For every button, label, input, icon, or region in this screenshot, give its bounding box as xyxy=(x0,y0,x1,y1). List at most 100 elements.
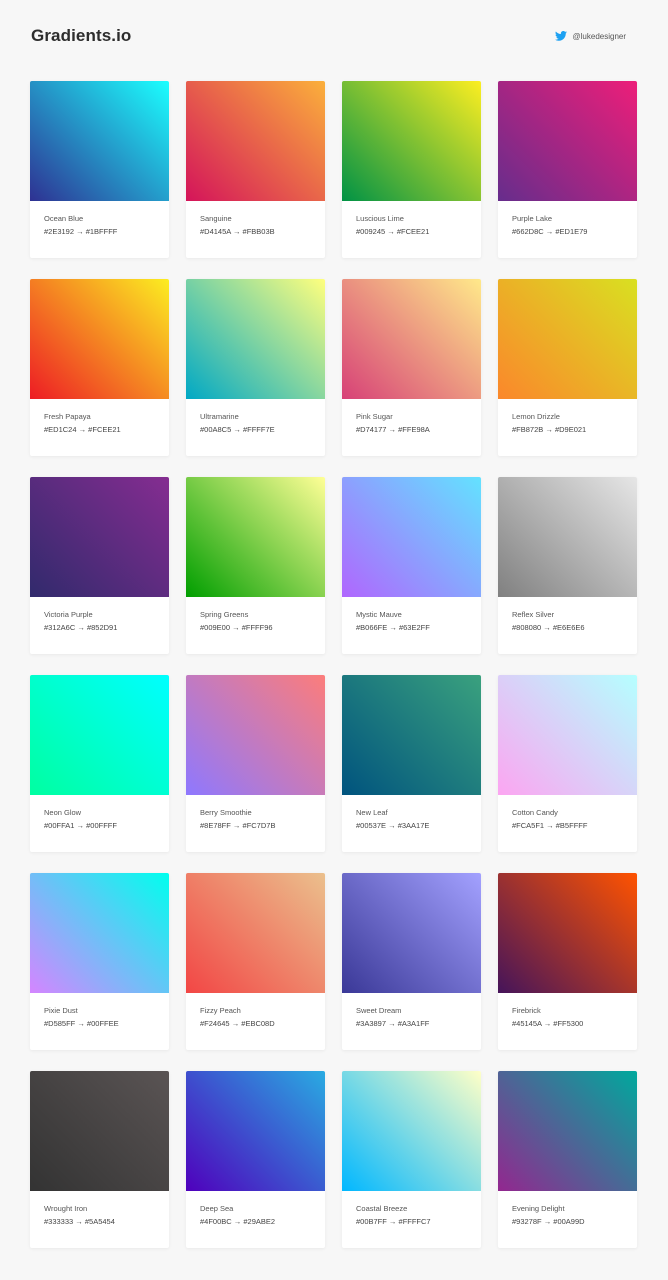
gradient-info: Firebrick #45145A → #FF5300 xyxy=(498,993,637,1029)
gradient-name: Evening Delight xyxy=(512,1204,565,1213)
gradient-card[interactable]: Fresh Papaya #ED1C24 → #FCEE21 xyxy=(30,279,169,456)
gradient-swatch[interactable] xyxy=(342,81,481,201)
gradient-card[interactable]: Sweet Dream #3A3897 → #A3A1FF xyxy=(342,873,481,1050)
gradient-name: Sanguine xyxy=(200,214,232,223)
gradient-name: Fizzy Peach xyxy=(200,1006,241,1015)
gradient-codes[interactable]: #009245 → #FCEE21 xyxy=(356,227,481,237)
gradient-swatch[interactable] xyxy=(186,873,325,993)
gradient-name: Ultramarine xyxy=(200,412,239,421)
gradient-codes[interactable]: #009E00 → #FFFF96 xyxy=(200,623,325,633)
gradient-card[interactable]: Pink Sugar #D74177 → #FFE98A xyxy=(342,279,481,456)
gradient-swatch[interactable] xyxy=(342,279,481,399)
gradient-codes[interactable]: #00A8C5 → #FFFF7E xyxy=(200,425,325,435)
gradient-card[interactable]: Wrought Iron #333333 → #5A5454 xyxy=(30,1071,169,1248)
gradient-card[interactable]: Spring Greens #009E00 → #FFFF96 xyxy=(186,477,325,654)
gradient-codes[interactable]: #8E78FF → #FC7D7B xyxy=(200,821,325,831)
gradient-swatch[interactable] xyxy=(342,873,481,993)
gradient-swatch[interactable] xyxy=(30,675,169,795)
gradient-swatch[interactable] xyxy=(186,477,325,597)
site-title[interactable]: Gradients.io xyxy=(31,26,131,46)
gradient-name: Berry Smoothie xyxy=(200,808,252,817)
gradient-card[interactable]: Lemon Drizzle #FB872B → #D9E021 xyxy=(498,279,637,456)
gradient-codes[interactable]: #F24645 → #EBC08D xyxy=(200,1019,325,1029)
gradient-info: Deep Sea #4F00BC → #29ABE2 xyxy=(186,1191,325,1227)
gradient-info: Lemon Drizzle #FB872B → #D9E021 xyxy=(498,399,637,435)
gradient-card[interactable]: Sanguine #D4145A → #FBB03B xyxy=(186,81,325,258)
gradient-name: Fresh Papaya xyxy=(44,412,91,421)
gradient-codes[interactable]: #333333 → #5A5454 xyxy=(44,1217,169,1227)
gradient-info: Mystic Mauve #B066FE → #63E2FF xyxy=(342,597,481,633)
gradient-card[interactable]: Neon Glow #00FFA1 → #00FFFF xyxy=(30,675,169,852)
gradient-card[interactable]: Ocean Blue #2E3192 → #1BFFFF xyxy=(30,81,169,258)
gradient-name: Purple Lake xyxy=(512,214,553,223)
gradient-swatch[interactable] xyxy=(498,279,637,399)
gradient-card[interactable]: Evening Delight #93278F → #00A99D xyxy=(498,1071,637,1248)
gradient-card[interactable]: Firebrick #45145A → #FF5300 xyxy=(498,873,637,1050)
gradient-name: New Leaf xyxy=(356,808,388,817)
gradient-card[interactable]: Victoria Purple #312A6C → #852D91 xyxy=(30,477,169,654)
gradient-swatch[interactable] xyxy=(498,1071,637,1191)
gradient-card[interactable]: Deep Sea #4F00BC → #29ABE2 xyxy=(186,1071,325,1248)
gradient-codes[interactable]: #662D8C → #ED1E79 xyxy=(512,227,637,237)
gradient-info: Victoria Purple #312A6C → #852D91 xyxy=(30,597,169,633)
gradient-swatch[interactable] xyxy=(30,1071,169,1191)
gradient-codes[interactable]: #B066FE → #63E2FF xyxy=(356,623,481,633)
gradient-info: Fresh Papaya #ED1C24 → #FCEE21 xyxy=(30,399,169,435)
gradient-name: Lemon Drizzle xyxy=(512,412,560,421)
gradient-name: Luscious Lime xyxy=(356,214,404,223)
gradient-swatch[interactable] xyxy=(498,81,637,201)
gradient-swatch[interactable] xyxy=(30,279,169,399)
gradient-swatch[interactable] xyxy=(30,477,169,597)
gradient-info: Cotton Candy #FCA5F1 → #B5FFFF xyxy=(498,795,637,831)
gradient-codes[interactable]: #00537E → #3AA17E xyxy=(356,821,481,831)
gradient-swatch[interactable] xyxy=(342,477,481,597)
gradient-card[interactable]: Reflex Silver #808080 → #E6E6E6 xyxy=(498,477,637,654)
gradient-card[interactable]: Cotton Candy #FCA5F1 → #B5FFFF xyxy=(498,675,637,852)
gradient-swatch[interactable] xyxy=(30,81,169,201)
gradient-card[interactable]: Ultramarine #00A8C5 → #FFFF7E xyxy=(186,279,325,456)
gradient-swatch[interactable] xyxy=(498,477,637,597)
gradient-swatch[interactable] xyxy=(186,1071,325,1191)
gradient-swatch[interactable] xyxy=(498,675,637,795)
gradient-swatch[interactable] xyxy=(186,279,325,399)
gradient-codes[interactable]: #2E3192 → #1BFFFF xyxy=(44,227,169,237)
gradient-swatch[interactable] xyxy=(342,1071,481,1191)
gradient-card[interactable]: Mystic Mauve #B066FE → #63E2FF xyxy=(342,477,481,654)
gradient-swatch[interactable] xyxy=(30,873,169,993)
gradient-card[interactable]: Fizzy Peach #F24645 → #EBC08D xyxy=(186,873,325,1050)
gradient-codes[interactable]: #3A3897 → #A3A1FF xyxy=(356,1019,481,1029)
gradient-codes[interactable]: #D585FF → #00FFEE xyxy=(44,1019,169,1029)
gradient-codes[interactable]: #808080 → #E6E6E6 xyxy=(512,623,637,633)
gradient-codes[interactable]: #45145A → #FF5300 xyxy=(512,1019,637,1029)
gradient-card[interactable]: Coastal Breeze #00B7FF → #FFFFC7 xyxy=(342,1071,481,1248)
gradient-card[interactable]: Luscious Lime #009245 → #FCEE21 xyxy=(342,81,481,258)
gradient-card[interactable]: Purple Lake #662D8C → #ED1E79 xyxy=(498,81,637,258)
gradient-card[interactable]: Berry Smoothie #8E78FF → #FC7D7B xyxy=(186,675,325,852)
gradient-codes[interactable]: #D4145A → #FBB03B xyxy=(200,227,325,237)
twitter-link[interactable]: @lukedesigner xyxy=(554,31,626,41)
gradient-card[interactable]: New Leaf #00537E → #3AA17E xyxy=(342,675,481,852)
gradient-codes[interactable]: #ED1C24 → #FCEE21 xyxy=(44,425,169,435)
gradient-swatch[interactable] xyxy=(186,81,325,201)
gradient-codes[interactable]: #00B7FF → #FFFFC7 xyxy=(356,1217,481,1227)
gradient-card[interactable]: Pixie Dust #D585FF → #00FFEE xyxy=(30,873,169,1050)
gradient-name: Coastal Breeze xyxy=(356,1204,408,1213)
gradient-codes[interactable]: #00FFA1 → #00FFFF xyxy=(44,821,169,831)
gradient-info: Sanguine #D4145A → #FBB03B xyxy=(186,201,325,237)
gradient-codes[interactable]: #D74177 → #FFE98A xyxy=(356,425,481,435)
gradient-codes[interactable]: #312A6C → #852D91 xyxy=(44,623,169,633)
gradient-name: Ocean Blue xyxy=(44,214,84,223)
gradient-codes[interactable]: #93278F → #00A99D xyxy=(512,1217,637,1227)
gradient-info: Ocean Blue #2E3192 → #1BFFFF xyxy=(30,201,169,237)
gradient-info: Reflex Silver #808080 → #E6E6E6 xyxy=(498,597,637,633)
gradient-codes[interactable]: #4F00BC → #29ABE2 xyxy=(200,1217,325,1227)
gradient-swatch[interactable] xyxy=(186,675,325,795)
gradient-name: Deep Sea xyxy=(200,1204,234,1213)
gradient-codes[interactable]: #FCA5F1 → #B5FFFF xyxy=(512,821,637,831)
gradient-info: Sweet Dream #3A3897 → #A3A1FF xyxy=(342,993,481,1029)
gradient-info: New Leaf #00537E → #3AA17E xyxy=(342,795,481,831)
gradient-swatch[interactable] xyxy=(498,873,637,993)
gradient-swatch[interactable] xyxy=(342,675,481,795)
gradient-codes[interactable]: #FB872B → #D9E021 xyxy=(512,425,637,435)
gradient-grid: Ocean Blue #2E3192 → #1BFFFF Sanguine #D414… xyxy=(30,81,637,1248)
